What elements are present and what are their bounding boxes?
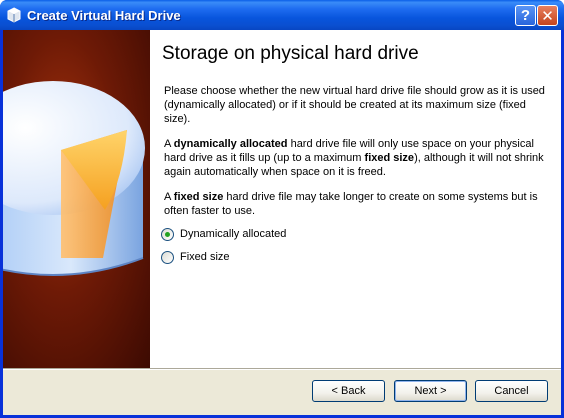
radio-button[interactable] bbox=[161, 250, 174, 264]
close-button[interactable]: ✕ bbox=[537, 5, 558, 26]
wizard-content: Storage on physical hard drive Please ch… bbox=[150, 30, 561, 368]
wizard-side-panel bbox=[3, 30, 150, 368]
dialog-client: Storage on physical hard drive Please ch… bbox=[3, 30, 561, 415]
title-bar[interactable]: Create Virtual Hard Drive ? ✕ bbox=[0, 0, 564, 30]
button-separator bbox=[3, 368, 561, 370]
page-title: Storage on physical hard drive bbox=[162, 43, 419, 64]
dynamic-description: A dynamically allocated hard drive file … bbox=[164, 138, 544, 178]
radio-fixed-size[interactable]: Fixed size bbox=[161, 249, 230, 265]
close-icon: ✕ bbox=[541, 7, 554, 25]
window-title: Create Virtual Hard Drive bbox=[27, 8, 181, 23]
dialog-window: Create Virtual Hard Drive ? ✕ Storage on… bbox=[0, 0, 564, 418]
virtualbox-icon bbox=[7, 7, 21, 23]
fixed-size-term: fixed size bbox=[173, 191, 224, 203]
intro-paragraph: Please choose whether the new virtual ha… bbox=[164, 85, 545, 125]
cancel-button[interactable]: Cancel bbox=[475, 380, 548, 402]
radio-label: Fixed size bbox=[180, 251, 230, 263]
radio-label: Dynamically allocated bbox=[180, 228, 287, 240]
fixed-size-term: fixed size bbox=[364, 152, 415, 164]
help-icon: ? bbox=[520, 7, 531, 24]
dynamic-term: dynamically allocated bbox=[173, 138, 288, 150]
next-button[interactable]: Next > bbox=[394, 380, 467, 402]
hard-disk-pie-icon bbox=[3, 81, 145, 276]
radio-dynamically-allocated[interactable]: Dynamically allocated bbox=[161, 226, 286, 242]
radio-button-selected[interactable] bbox=[161, 227, 174, 241]
fixed-description: A fixed size hard drive file may take lo… bbox=[164, 191, 538, 217]
help-button[interactable]: ? bbox=[515, 5, 536, 26]
back-button[interactable]: < Back bbox=[312, 380, 385, 402]
